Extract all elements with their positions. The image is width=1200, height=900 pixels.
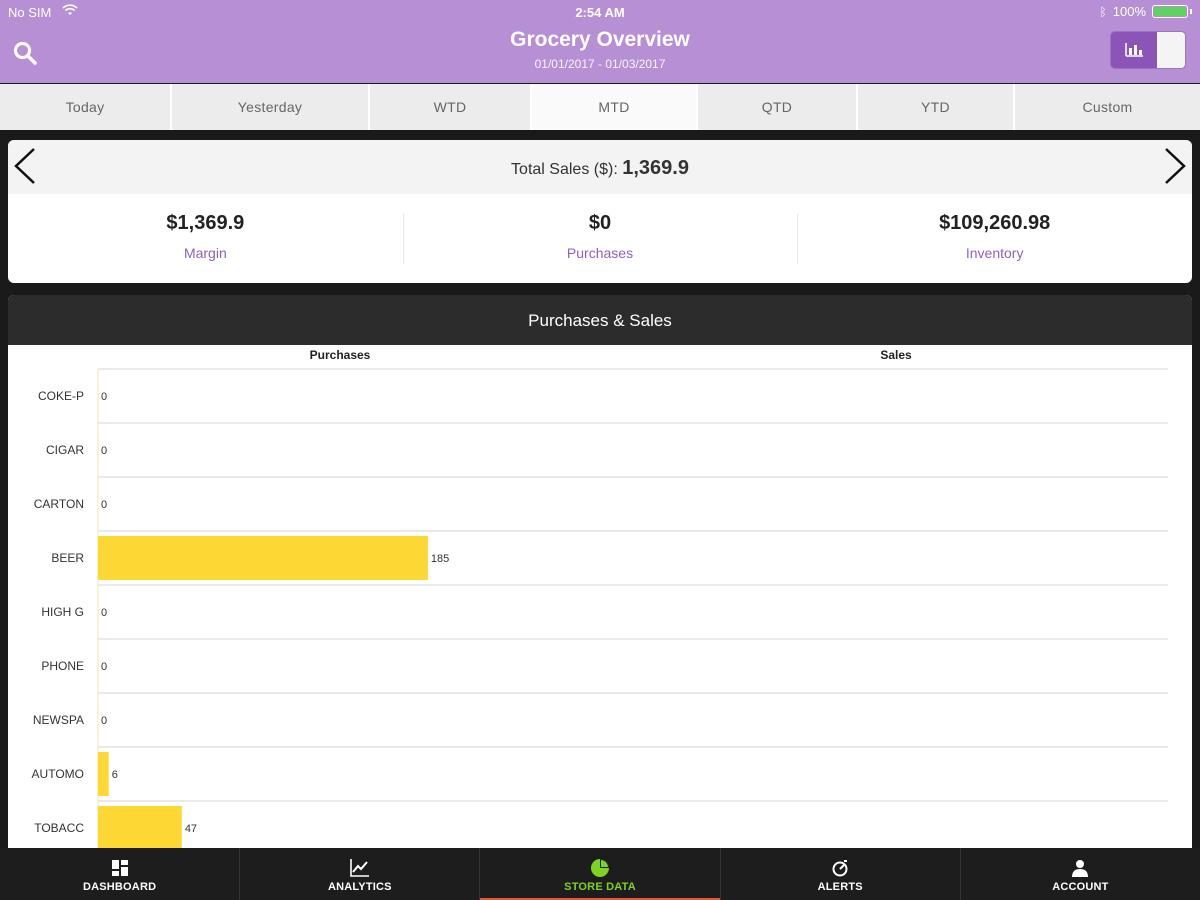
- total-sales: Total Sales ($): 1,369.9: [8, 157, 1192, 180]
- category-label: BEER: [51, 551, 84, 565]
- nav-label: DASHBOARD: [82, 881, 157, 893]
- data-label: 185: [431, 553, 449, 565]
- panel-label: Purchases: [310, 348, 371, 362]
- pie-chart-icon: [591, 859, 609, 877]
- kpi-margin: $1,369.9 Margin: [8, 194, 403, 283]
- kpi-label: Purchases: [566, 245, 634, 261]
- chart-card-title: Purchases & Sales: [8, 295, 1192, 345]
- data-label: 6: [112, 769, 118, 781]
- dashboard-icon: [111, 860, 128, 876]
- bar: [98, 752, 109, 796]
- kpi-label: Inventory: [965, 245, 1024, 261]
- bluetooth-icon: ᛒ: [1099, 4, 1107, 19]
- bar-chart-icon: [1125, 43, 1143, 57]
- nav-label: ACCOUNT: [1052, 881, 1109, 893]
- nav-account[interactable]: ACCOUNT: [961, 848, 1200, 900]
- category-label: COKE-P: [38, 389, 84, 403]
- nav-label: ANALYTICS: [327, 881, 392, 893]
- bar: [98, 536, 428, 580]
- data-label: 0: [101, 661, 107, 673]
- tab-qtd[interactable]: QTD: [698, 84, 858, 130]
- kpi-purchases: $0 Purchases: [402, 194, 798, 283]
- kpi-inventory: $109,260.98 Inventory: [797, 194, 1192, 283]
- status-bar: No SIM 2:54 AM ᛒ 100%: [0, 0, 1200, 24]
- data-label: 47: [185, 823, 197, 835]
- data-label: 0: [101, 445, 107, 457]
- tab-today[interactable]: Today: [0, 84, 172, 130]
- category-label: CARTON: [34, 497, 84, 511]
- list-view-button[interactable]: [1157, 32, 1185, 68]
- data-label: 0: [101, 391, 107, 403]
- total-sales-bar: Total Sales ($): 1,369.9: [8, 140, 1192, 194]
- panel-label: Sales: [880, 348, 912, 362]
- status-time: 2:54 AM: [575, 5, 625, 20]
- category-label: AUTOMO: [32, 767, 84, 781]
- total-sales-label: Total Sales ($):: [511, 161, 618, 178]
- date-range: 01/01/2017 - 01/03/2017: [534, 57, 666, 71]
- battery-tip: [1190, 9, 1192, 14]
- chevron-right-icon[interactable]: [1160, 146, 1190, 186]
- chart-area: Purchases Sales COKE-P 0 CIGAR 0 CARTON 0 BEER 18…: [8, 345, 1192, 848]
- tab-custom[interactable]: Custom: [1015, 84, 1200, 130]
- nav-alerts[interactable]: ALERTS: [721, 848, 961, 900]
- kpi-label: Margin: [183, 245, 227, 261]
- total-sales-value: 1,369.9: [622, 157, 689, 179]
- bottom-nav: DASHBOARD ANALYTICS STORE DATA ALERTS AC…: [0, 848, 1200, 900]
- nav-analytics[interactable]: ANALYTICS: [240, 848, 481, 900]
- summary-card: Total Sales ($): 1,369.9 $1,369.9 Margin…: [8, 140, 1192, 283]
- nav-label: STORE DATA: [564, 881, 636, 893]
- bar: [98, 806, 182, 848]
- category-label: PHONE: [41, 659, 84, 673]
- battery-icon: [1152, 5, 1188, 18]
- tabs-divider: [0, 130, 1200, 138]
- account-icon: [1072, 860, 1089, 877]
- status-right: ᛒ 100%: [1100, 4, 1192, 19]
- purchases-sales-chart: Purchases Sales COKE-P 0 CIGAR 0 CARTON 0 BEER 18…: [32, 348, 1168, 848]
- nav-label: ALERTS: [817, 881, 863, 893]
- battery-percent: 100%: [1112, 4, 1146, 19]
- category-label: HIGH G: [41, 605, 84, 619]
- kpi-value: $109,260.98: [939, 212, 1051, 234]
- app-header: No SIM 2:54 AM ᛒ 100% Grocery Overview 0…: [0, 0, 1200, 83]
- page-title: Grocery Overview: [510, 28, 690, 51]
- data-label: 0: [101, 607, 107, 619]
- nav-store-data[interactable]: STORE DATA: [480, 848, 721, 900]
- analytics-icon: [349, 859, 369, 877]
- category-label: NEWSPA: [33, 713, 84, 727]
- purchases-sales-card: Purchases & Sales Purchases Sales COKE-P 0 C…: [8, 295, 1192, 848]
- nav-dashboard[interactable]: DASHBOARD: [0, 848, 241, 900]
- kpi-value: $1,369.9: [166, 212, 245, 234]
- category-label: CIGAR: [46, 443, 84, 457]
- tab-ytd[interactable]: YTD: [858, 84, 1015, 130]
- category-label: TOBACC: [34, 821, 84, 835]
- period-tabs: Today Yesterday WTD MTD QTD YTD Custom: [0, 84, 1200, 130]
- tab-mtd[interactable]: MTD: [532, 84, 698, 130]
- tab-wtd[interactable]: WTD: [370, 84, 532, 130]
- data-label: 0: [101, 499, 107, 511]
- kpi-row: $1,369.9 Margin $0 Purchases $109,260.98…: [8, 194, 1192, 283]
- chart-view-toggle[interactable]: [1110, 31, 1186, 69]
- data-label: 0: [101, 715, 107, 727]
- tab-yesterday[interactable]: Yesterday: [172, 84, 370, 130]
- alert-icon: [832, 860, 848, 877]
- chart-view-button[interactable]: [1111, 32, 1157, 68]
- kpi-value: $0: [588, 212, 612, 234]
